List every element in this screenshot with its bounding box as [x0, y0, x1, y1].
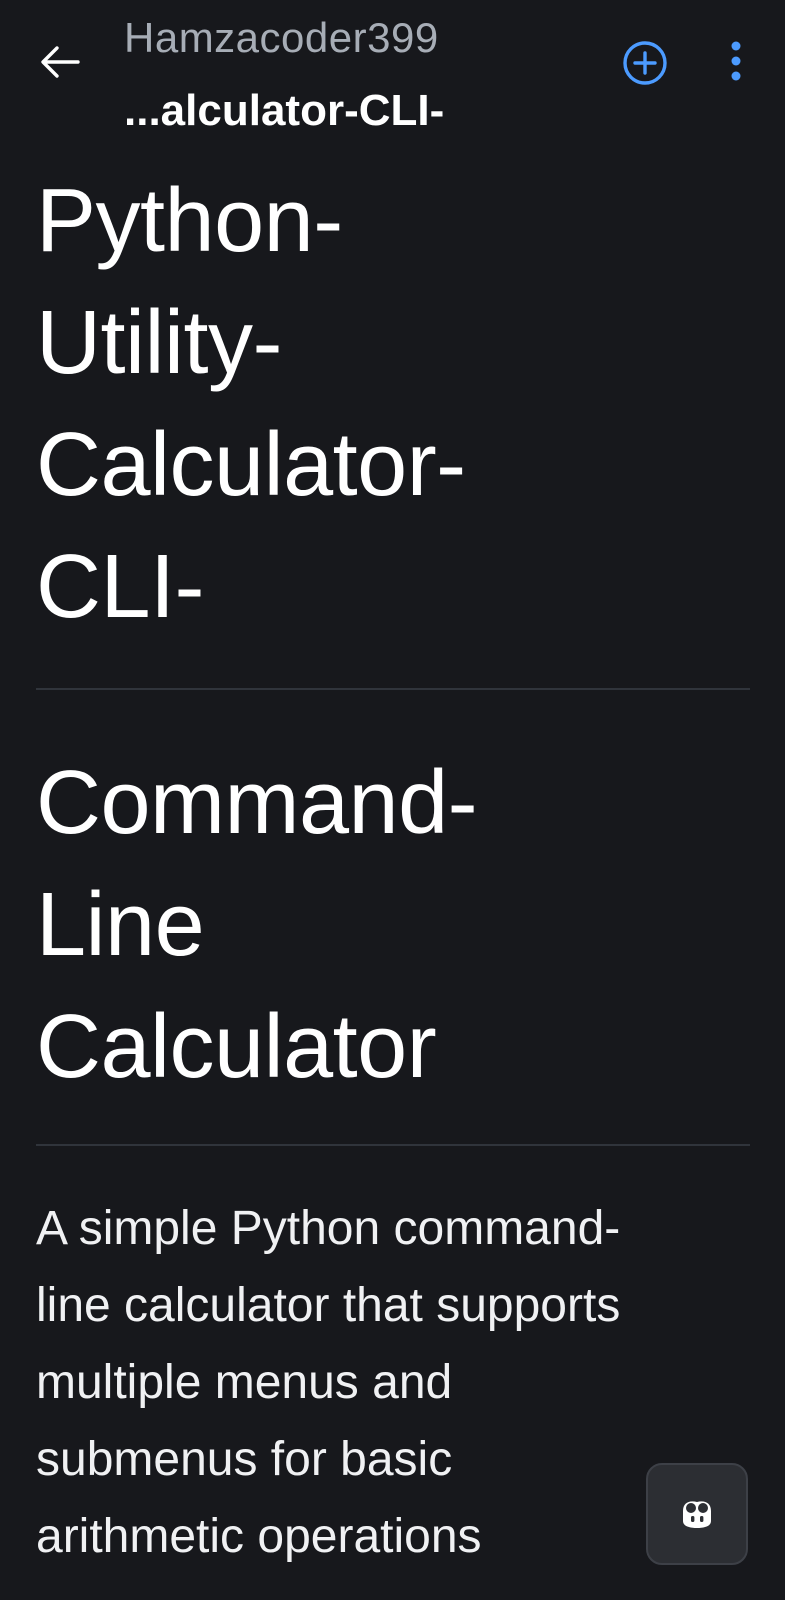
back-button[interactable]	[36, 40, 84, 84]
description-line: A simple Python command-	[36, 1202, 621, 1255]
more-options-button[interactable]	[718, 40, 754, 84]
readme-title-line: CLI-	[36, 537, 205, 637]
repo-owner[interactable]: Hamzacoder399	[124, 14, 439, 62]
readme-title-line: Utility-	[36, 293, 282, 393]
readme-subtitle-line: Calculator	[36, 997, 437, 1097]
add-button[interactable]	[622, 40, 668, 86]
kebab-menu-icon	[731, 41, 741, 81]
readme-subtitle-line: Command-	[36, 753, 478, 853]
description-line: arithmetic operations	[36, 1510, 482, 1563]
plus-circle-icon	[623, 41, 667, 85]
readme-content: Python- Utility- Calculator- CLI- Comman…	[36, 160, 750, 1575]
heading-divider	[36, 688, 750, 690]
top-app-bar: Hamzacoder399 ...alculator-CLI-	[0, 0, 785, 160]
repo-name: ...alculator-CLI-	[124, 86, 445, 135]
copilot-icon	[683, 1501, 711, 1528]
description-line: line calculator that supports	[36, 1279, 621, 1332]
heading-divider	[36, 1144, 750, 1146]
description-line: submenus for basic	[36, 1433, 453, 1486]
readme-title-line: Python-	[36, 171, 343, 271]
copilot-button[interactable]	[646, 1463, 748, 1565]
description-line: multiple menus and	[36, 1356, 453, 1409]
arrow-left-icon	[41, 46, 80, 78]
readme-subtitle: Command- Line Calculator	[36, 742, 750, 1108]
readme-subtitle-line: Line	[36, 875, 205, 975]
readme-title: Python- Utility- Calculator- CLI-	[36, 160, 750, 648]
readme-description: A simple Python command- line calculator…	[36, 1190, 750, 1575]
readme-title-line: Calculator-	[36, 415, 466, 515]
